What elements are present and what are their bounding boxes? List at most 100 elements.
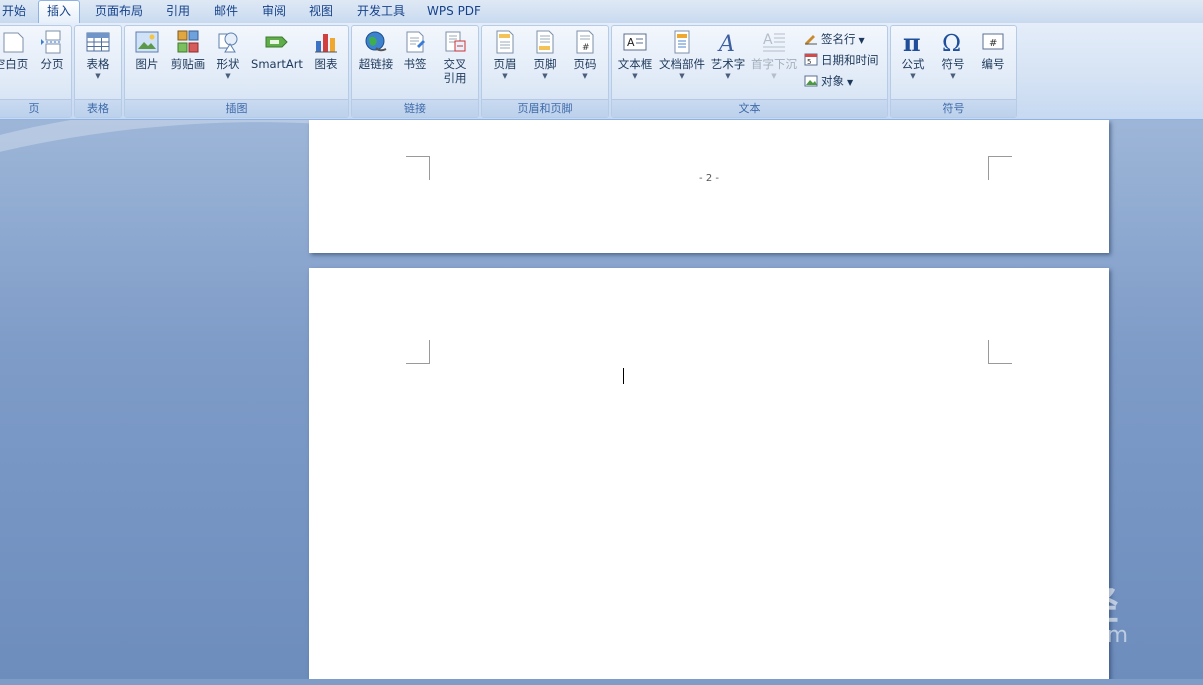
shapes-button[interactable]: 形状 ▼ [213,30,243,80]
table-dropdown-icon[interactable]: ▼ [80,72,116,80]
tab-review[interactable]: 审阅 [256,0,292,23]
page-number-dropdown-icon[interactable]: ▼ [568,72,602,80]
wordart-button[interactable]: A 艺术字 ▼ [709,30,747,80]
pi-icon: π [901,28,925,57]
object-label: 对象 [821,74,844,88]
cross-reference-button[interactable]: 交叉 引用 [436,30,474,85]
document-page-2[interactable]: - 2 - [309,120,1109,253]
page-number-text: - 2 - [699,173,719,184]
svg-text:#: # [582,43,590,53]
wordart-dropdown-icon[interactable]: ▼ [709,72,747,80]
quick-parts-dropdown-icon[interactable]: ▼ [657,72,707,80]
bookmark-button[interactable]: 书签 [398,30,432,72]
svg-text:A: A [717,32,735,54]
shapes-label: 形状 [216,57,240,71]
picture-button[interactable]: 图片 [131,30,163,72]
table-label: 表格 [86,57,110,71]
group-tables: 表格 ▼ 表格 [74,25,122,118]
group-text: A 文本框 ▼ 文档部件 ▼ A 艺术字 ▼ A 首字下沉 ▼ 签名行 ▼ 5 … [611,25,888,118]
svg-text:A: A [763,32,773,48]
margin-corner-top-left [406,340,430,364]
group-symbols: π 公式 ▼ Ω 符号 ▼ # 编号 符号 [890,25,1017,118]
symbol-button[interactable]: Ω 符号 ▼ [935,30,971,80]
hyperlink-label: 超链接 [358,57,394,71]
quick-parts-label: 文档部件 [659,57,705,71]
calendar-icon: 5 [804,53,818,66]
quick-parts-icon [670,30,694,54]
symbol-label: 符号 [941,57,965,71]
header-label: 页眉 [493,57,517,71]
tab-home[interactable]: 开始 [0,0,28,23]
svg-text:#: # [989,38,997,49]
signature-line-button[interactable]: 签名行 ▼ [804,30,865,48]
tab-mailings[interactable]: 邮件 [208,0,244,23]
page-number-button[interactable]: # 页码 ▼ [568,30,602,80]
svg-text:Ω: Ω [942,31,961,54]
tab-wps-pdf[interactable]: WPS PDF [422,0,486,23]
number-button[interactable]: # 编号 [975,30,1011,72]
smartart-label: SmartArt [251,57,303,71]
object-icon [804,74,818,87]
signature-line-dropdown-icon[interactable]: ▼ [859,36,865,45]
svg-text:π: π [903,30,921,54]
shapes-dropdown-icon[interactable]: ▼ [213,72,243,80]
header-button[interactable]: 页眉 ▼ [488,30,522,80]
text-box-button[interactable]: A 文本框 ▼ [615,30,655,80]
drop-cap-dropdown-icon: ▼ [771,72,777,80]
group-tables-label: 表格 [75,99,121,117]
clip-art-icon [176,30,200,54]
blank-page-icon [2,30,26,54]
group-links: 超链接 书签 交叉 引用 链接 [351,25,479,118]
group-text-label: 文本 [612,99,887,117]
number-label: 编号 [981,57,1005,71]
group-illustrations-label: 插图 [125,99,348,117]
equation-button[interactable]: π 公式 ▼ [895,28,931,80]
smartart-icon [265,30,289,54]
cross-reference-label-line-1: 交叉 [443,57,467,71]
chart-label: 图表 [314,57,338,71]
watermark-url-text: jingyan.baidu.com [925,623,1129,648]
header-dropdown-icon[interactable]: ▼ [488,72,522,80]
tab-view[interactable]: 视图 [303,0,339,23]
drop-cap-button[interactable]: A 首字下沉 ▼ [749,30,799,80]
omega-icon: Ω [941,30,965,57]
svg-text:A: A [627,36,635,49]
smartart-button[interactable]: SmartArt [249,30,305,72]
chart-icon [314,30,338,54]
signature-pen-icon [804,32,818,45]
page-number-label: 页码 [573,57,597,71]
symbol-dropdown-icon[interactable]: ▼ [935,72,971,80]
ribbon: 空白页 分页 页 表格 ▼ 表格 图片 [0,23,1203,120]
footer-icon [533,30,557,54]
equation-dropdown-icon[interactable]: ▼ [895,72,931,80]
group-header-footer-label: 页眉和页脚 [482,99,608,117]
footer-button[interactable]: 页脚 ▼ [528,30,562,80]
object-dropdown-icon[interactable]: ▼ [847,78,853,87]
clip-art-button[interactable]: 剪贴画 [167,30,209,72]
equation-label: 公式 [901,57,925,71]
tab-insert[interactable]: 插入 [38,0,80,23]
tab-references[interactable]: 引用 [160,0,196,23]
chart-button[interactable]: 图表 [309,30,343,72]
table-icon [86,30,110,54]
cross-reference-label-line-2: 引用 [443,71,467,85]
header-icon [493,30,517,54]
hyperlink-button[interactable]: 超链接 [356,30,396,72]
margin-corner-top-right [988,340,1012,364]
date-time-button[interactable]: 5 日期和时间 [804,51,879,69]
text-box-dropdown-icon[interactable]: ▼ [615,72,655,80]
signature-line-label: 签名行 [821,32,856,46]
text-box-icon: A [623,30,647,54]
object-button[interactable]: 对象 ▼ [804,72,853,90]
page-break-button[interactable]: 分页 [35,30,69,72]
footer-dropdown-icon[interactable]: ▼ [528,72,562,80]
shapes-icon [216,30,240,54]
table-button[interactable]: 表格 ▼ [80,30,116,80]
tab-page-layout[interactable]: 页面布局 [90,0,148,23]
quick-parts-button[interactable]: 文档部件 ▼ [657,30,707,80]
tab-developer[interactable]: 开发工具 [352,0,410,23]
group-links-label: 链接 [352,99,478,117]
blank-page-button[interactable]: 空白页 [0,30,31,72]
number-icon: # [981,30,1005,54]
bookmark-icon [403,30,427,54]
